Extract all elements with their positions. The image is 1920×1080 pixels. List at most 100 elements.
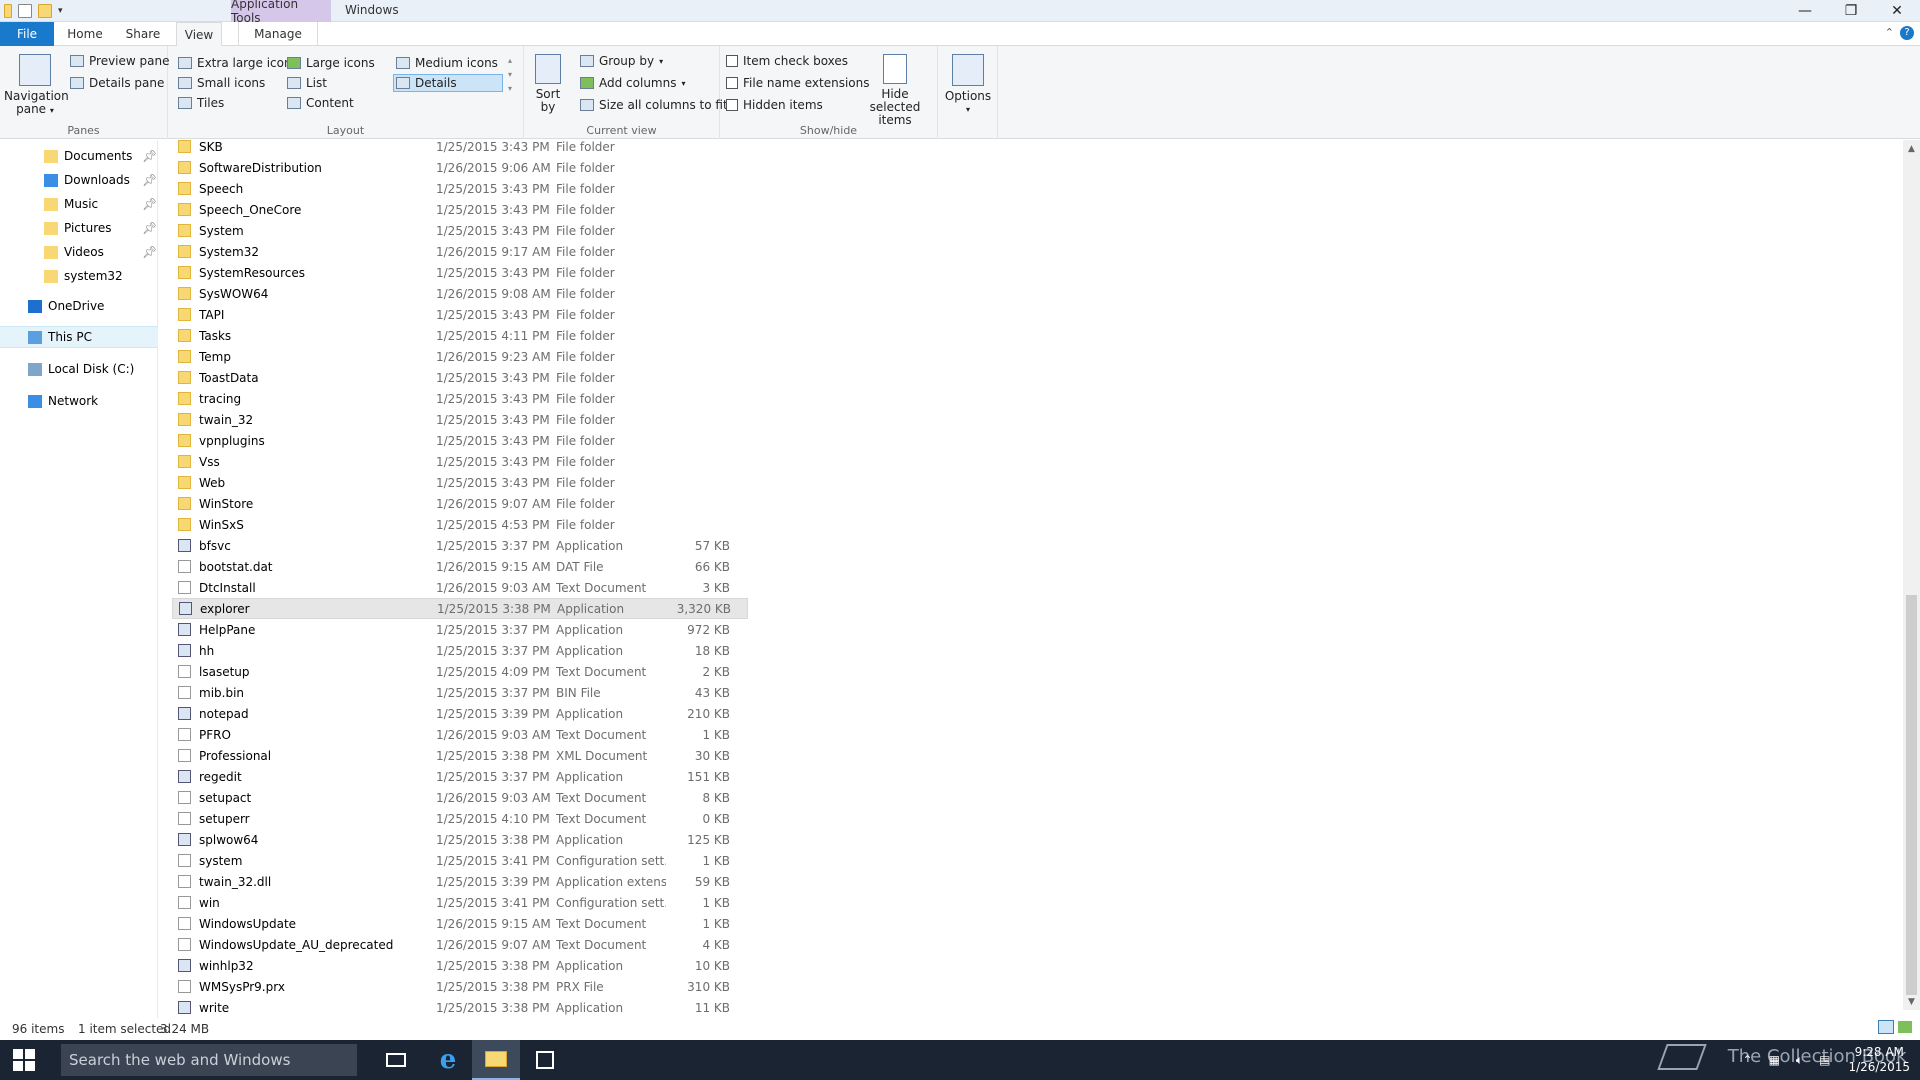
file-row[interactable]: twain_32.dll 1/25/2015 3:39 PM Application… — [172, 871, 748, 892]
file-name-extensions-toggle[interactable]: File name extensions — [726, 76, 870, 90]
show-hidden-icons-icon[interactable]: ⌃ — [1743, 1053, 1753, 1067]
nav-item-onedrive[interactable]: OneDrive — [0, 295, 158, 317]
folder-row[interactable]: System32 1/26/2015 9:17 AM File folder — [172, 241, 748, 262]
layout-scroll-arrows[interactable]: ▴ ▾ ▾ — [508, 54, 512, 96]
customize-qat-icon[interactable]: ▾ — [58, 6, 63, 16]
nav-item-local-disk-c[interactable]: Local Disk (C:) — [0, 358, 158, 380]
folder-row[interactable]: SysWOW64 1/26/2015 9:08 AM File folder — [172, 283, 748, 304]
file-row[interactable]: lsasetup 1/25/2015 4:09 PM Text Document 2 … — [172, 661, 748, 682]
nav-item-downloads[interactable]: Downloads 📌︎ — [0, 169, 158, 191]
small-icons-option[interactable]: Small icons — [178, 76, 265, 90]
checkbox-unchecked[interactable] — [726, 55, 738, 67]
nav-item-network[interactable]: Network — [0, 390, 158, 412]
folder-row[interactable]: Speech 1/25/2015 3:43 PM File folder — [172, 178, 748, 199]
file-row[interactable]: setuperr 1/25/2015 4:10 PM Text Document 0 … — [172, 808, 748, 829]
tab-home[interactable]: Home — [62, 22, 108, 46]
nav-item-music[interactable]: Music 📌︎ — [0, 193, 158, 215]
nav-item-videos[interactable]: Videos 📌︎ — [0, 241, 158, 263]
action-center-icon[interactable]: ▤ — [1819, 1053, 1830, 1067]
file-row[interactable]: PFRO 1/26/2015 9:03 AM Text Document 1 KB — [172, 724, 748, 745]
checkbox-unchecked[interactable] — [726, 99, 738, 111]
start-button[interactable] — [0, 1040, 48, 1080]
file-row[interactable]: mib.bin 1/25/2015 3:37 PM BIN File 43 KB — [172, 682, 748, 703]
preview-pane-button[interactable]: Preview pane — [70, 54, 169, 68]
tab-file[interactable]: File — [0, 22, 54, 46]
network-tray-icon[interactable]: ▦ — [1769, 1053, 1780, 1067]
folder-row[interactable]: twain_32 1/25/2015 3:43 PM File folder — [172, 409, 748, 430]
file-row[interactable]: bfsvc 1/25/2015 3:37 PM Application 57 KB — [172, 535, 748, 556]
file-row[interactable]: Professional 1/25/2015 3:38 PM XML Documen… — [172, 745, 748, 766]
details-pane-button[interactable]: Details pane — [70, 76, 164, 90]
close-button[interactable]: ✕ — [1874, 0, 1920, 22]
hide-selected-items-button[interactable]: Hide selected items — [856, 54, 934, 127]
folder-row[interactable]: SystemResources 1/25/2015 3:43 PM File fol… — [172, 262, 748, 283]
nav-item-system32[interactable]: system32 — [0, 265, 158, 287]
folder-row[interactable]: System 1/25/2015 3:43 PM File folder — [172, 220, 748, 241]
restore-button[interactable]: ❐ — [1828, 0, 1874, 22]
tiles-option[interactable]: Tiles — [178, 96, 224, 110]
file-row[interactable]: setupact 1/26/2015 9:03 AM Text Document 8 … — [172, 787, 748, 808]
folder-row[interactable]: Tasks 1/25/2015 4:11 PM File folder — [172, 325, 748, 346]
tab-manage[interactable]: Manage — [238, 22, 318, 46]
extra-large-icons-option[interactable]: Extra large icons — [178, 56, 298, 70]
internet-explorer-button[interactable]: e — [424, 1040, 472, 1080]
file-row[interactable]: explorer 1/25/2015 3:38 PM Application 3,32… — [172, 598, 748, 619]
size-all-columns-button[interactable]: Size all columns to fit — [580, 98, 728, 112]
task-view-button[interactable] — [372, 1040, 420, 1080]
file-row[interactable]: splwow64 1/25/2015 3:38 PM Application 125 … — [172, 829, 748, 850]
file-row[interactable]: WindowsUpdate 1/26/2015 9:15 AM Text Docum… — [172, 913, 748, 934]
folder-row[interactable]: tracing 1/25/2015 3:43 PM File folder — [172, 388, 748, 409]
medium-icons-option[interactable]: Medium icons — [396, 56, 498, 70]
folder-row[interactable]: TAPI 1/25/2015 3:43 PM File folder — [172, 304, 748, 325]
file-row[interactable]: DtcInstall 1/26/2015 9:03 AM Text Document… — [172, 577, 748, 598]
folder-row[interactable]: SoftwareDistribution 1/26/2015 9:06 AM Fil… — [172, 157, 748, 178]
folder-row[interactable]: Temp 1/26/2015 9:23 AM File folder — [172, 346, 748, 367]
group-by-button[interactable]: Group by ▾ — [580, 54, 663, 68]
file-row[interactable]: WMSysPr9.prx 1/25/2015 3:38 PM PRX File 310… — [172, 976, 748, 997]
folder-row[interactable]: Speech_OneCore 1/25/2015 3:43 PM File fold… — [172, 199, 748, 220]
add-columns-button[interactable]: Add columns ▾ — [580, 76, 686, 90]
details-view-icon[interactable] — [1878, 1020, 1894, 1034]
file-row[interactable]: system 1/25/2015 3:41 PM Configuration set… — [172, 850, 748, 871]
nav-item-pictures[interactable]: Pictures 📌︎ — [0, 217, 158, 239]
tab-view[interactable]: View — [176, 22, 222, 46]
folder-row[interactable]: WinSxS 1/25/2015 4:53 PM File folder — [172, 514, 748, 535]
minimize-button[interactable]: — — [1782, 0, 1828, 22]
folder-row[interactable]: ToastData 1/25/2015 3:43 PM File folder — [172, 367, 748, 388]
folder-row[interactable]: WinStore 1/26/2015 9:07 AM File folder — [172, 493, 748, 514]
hidden-items-toggle[interactable]: Hidden items — [726, 98, 823, 112]
nav-item-this-pc[interactable]: This PC — [0, 326, 158, 348]
volume-icon[interactable]: 🔈︎ — [1796, 1053, 1803, 1068]
navigation-pane-button[interactable]: Navigation pane ▾ — [4, 54, 69, 117]
taskbar-search-box[interactable]: Search the web and Windows — [61, 1044, 357, 1076]
file-row[interactable]: WindowsUpdate_AU_deprecated 1/26/2015 9:0… — [172, 934, 748, 955]
options-button[interactable]: Options ▾ — [942, 54, 994, 116]
checkbox-unchecked[interactable] — [726, 77, 738, 89]
details-option[interactable]: Details — [396, 76, 457, 90]
folder-row[interactable]: vpnplugins 1/25/2015 3:43 PM File folder — [172, 430, 748, 451]
file-row[interactable]: HelpPane 1/25/2015 3:37 PM Application 972 … — [172, 619, 748, 640]
scroll-up-arrow[interactable]: ▲ — [1903, 140, 1920, 157]
file-row[interactable]: notepad 1/25/2015 3:39 PM Application 210 K… — [172, 703, 748, 724]
large-icons-option[interactable]: Large icons — [287, 56, 375, 70]
store-button[interactable] — [521, 1040, 569, 1080]
file-explorer-button[interactable] — [472, 1040, 520, 1080]
folder-row[interactable]: Vss 1/25/2015 3:43 PM File folder — [172, 451, 748, 472]
vertical-scrollbar[interactable]: ▲ ▼ — [1903, 140, 1920, 1010]
list-option[interactable]: List — [287, 76, 327, 90]
new-folder-icon[interactable] — [38, 4, 52, 18]
scroll-thumb[interactable] — [1906, 595, 1917, 995]
file-row[interactable]: winhlp32 1/25/2015 3:38 PM Application 10 K… — [172, 955, 748, 976]
clock[interactable]: 9:28 AM 1/26/2015 — [1848, 1045, 1910, 1075]
nav-item-documents[interactable]: Documents 📌︎ — [0, 145, 158, 167]
folder-row[interactable]: Web 1/25/2015 3:43 PM File folder — [172, 472, 748, 493]
file-row[interactable]: win 1/25/2015 3:41 PM Configuration sett..… — [172, 892, 748, 913]
properties-icon[interactable] — [18, 4, 32, 18]
file-row[interactable]: hh 1/25/2015 3:37 PM Application 18 KB — [172, 640, 748, 661]
minimize-ribbon-icon[interactable]: ⌃ — [1885, 26, 1894, 40]
large-icons-view-icon[interactable] — [1898, 1021, 1912, 1033]
file-row[interactable]: bootstat.dat 1/26/2015 9:15 AM DAT File 66 … — [172, 556, 748, 577]
sort-by-button[interactable]: Sort by — [530, 54, 566, 114]
file-row[interactable]: write 1/25/2015 3:38 PM Application 11 KB — [172, 997, 748, 1018]
folder-row[interactable]: SKB 1/25/2015 3:43 PM File folder — [172, 136, 748, 157]
